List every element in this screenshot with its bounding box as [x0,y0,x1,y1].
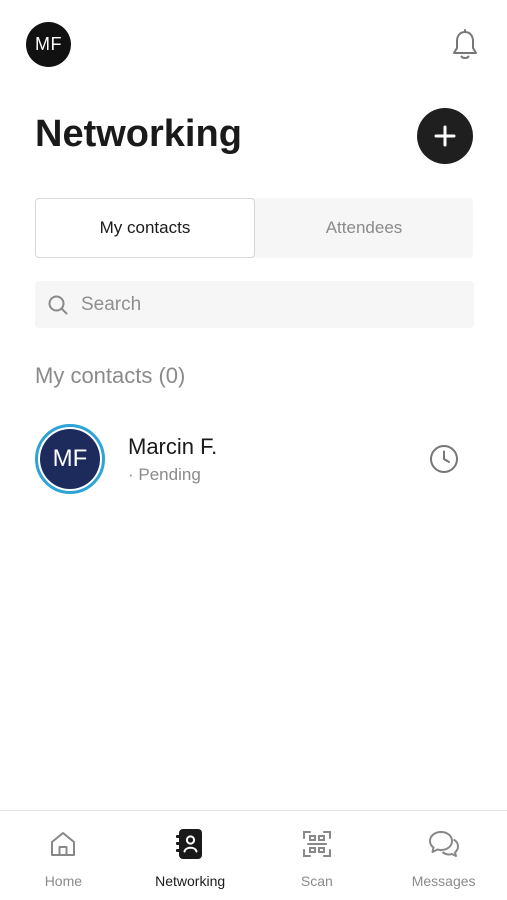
search-icon [47,294,69,316]
notifications-button[interactable] [449,28,481,62]
contact-name: Marcin F. [128,433,218,459]
tab-my-contacts[interactable]: My contacts [35,198,255,258]
search-bar[interactable] [35,281,474,328]
tab-attendees-label: Attendees [325,218,403,237]
profile-avatar-initials: MF [35,34,62,54]
contact-avatar: MF [35,424,105,494]
chat-bubbles-icon [428,827,460,861]
contact-info: Marcin F. · Pending [128,434,217,485]
pending-status-button[interactable] [428,443,460,475]
bell-icon [453,29,477,59]
nav-item-scan[interactable]: Scan [254,811,381,900]
nav-item-messages[interactable]: Messages [380,811,507,900]
nav-item-networking[interactable]: Networking [127,811,254,900]
nav-item-home[interactable]: Home [0,811,127,900]
plus-icon [434,125,456,147]
contacts-book-icon [174,827,206,861]
page-title: Networking [35,113,242,155]
contact-row[interactable]: MF Marcin F. · Pending [35,423,475,495]
profile-avatar[interactable]: MF [26,22,71,67]
add-contact-button[interactable] [417,108,473,164]
nav-label-messages: Messages [411,873,476,889]
clock-icon [430,445,458,473]
nav-label-home: Home [44,873,83,889]
tab-my-contacts-label: My contacts [99,218,191,237]
nav-label-networking: Networking [155,873,226,889]
qr-scan-icon [301,827,333,861]
section-heading: My contacts (0) [35,363,186,388]
nav-label-scan: Scan [300,873,333,889]
search-input[interactable] [81,293,441,316]
bottom-navigation: Home Networking Scan Messages [0,810,507,900]
contact-status: · Pending [128,464,201,484]
tab-attendees[interactable]: Attendees [255,198,473,258]
home-icon [47,827,79,861]
contacts-tabs: My contacts Attendees [35,198,473,258]
contact-avatar-initials: MF [40,429,100,489]
